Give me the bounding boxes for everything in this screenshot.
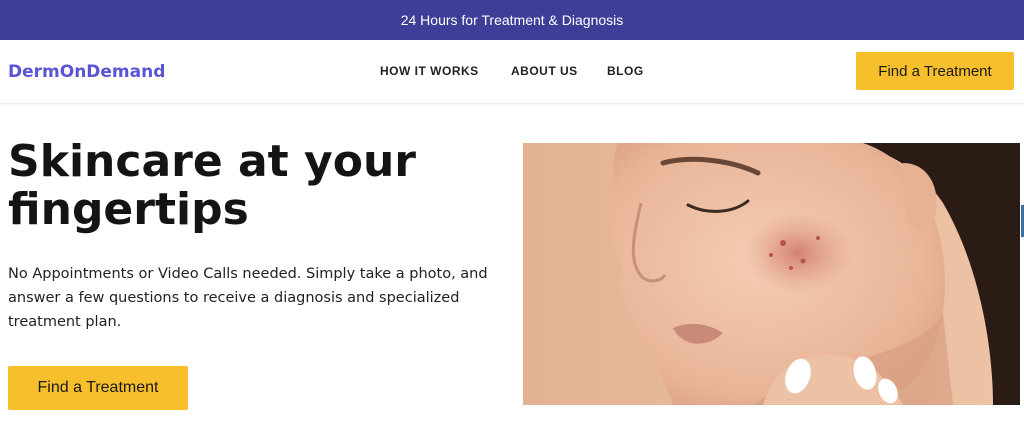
header-find-treatment-button[interactable]: Find a Treatment (856, 52, 1014, 90)
hero-title-line-2: fingertips (8, 184, 249, 235)
nav-about-us[interactable]: ABOUT US (511, 64, 578, 78)
announcement-bar: 24 Hours for Treatment & Diagnosis (0, 0, 1024, 40)
hero-title: Skincare at your fingertips (8, 138, 508, 234)
hero-find-treatment-button[interactable]: Find a Treatment (8, 366, 188, 410)
hero-description: No Appointments or Video Calls needed. S… (8, 266, 488, 330)
hero-title-line-1: Skincare at your (8, 136, 416, 187)
nav-blog[interactable]: BLOG (607, 64, 644, 78)
announcement-text: 24 Hours for Treatment & Diagnosis (400, 12, 624, 28)
hero-photo-illustration (523, 143, 1020, 405)
hero-image (523, 143, 1020, 405)
nav-how-it-works[interactable]: HOW IT WORKS (380, 64, 479, 78)
site-header: DermOnDemand HOW IT WORKS ABOUT US BLOG … (0, 40, 1024, 104)
